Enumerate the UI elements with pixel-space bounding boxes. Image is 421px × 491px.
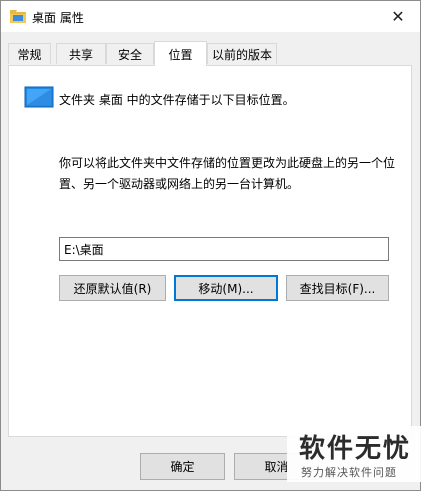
tab-general[interactable]: 常规 bbox=[8, 43, 51, 64]
watermark-subtitle: 努力解决软件问题 bbox=[301, 466, 397, 479]
title-bar: 桌面 属性 ✕ bbox=[1, 1, 420, 32]
path-input[interactable] bbox=[59, 237, 389, 261]
tab-location[interactable]: 位置 bbox=[154, 41, 207, 66]
tab-previous-versions[interactable]: 以前的版本 bbox=[207, 43, 277, 64]
close-icon: ✕ bbox=[391, 7, 405, 26]
move-button[interactable]: 移动(M)... bbox=[174, 275, 278, 301]
ok-button[interactable]: 确定 bbox=[140, 453, 225, 480]
close-button[interactable]: ✕ bbox=[376, 1, 420, 32]
location-panel: 文件夹 桌面 中的文件存储于以下目标位置。 你可以将此文件夹中文件存储的位置更改… bbox=[8, 65, 412, 437]
folder-icon bbox=[10, 10, 26, 23]
tab-sharing[interactable]: 共享 bbox=[56, 43, 106, 64]
watermark-title: 软件无忧 bbox=[299, 434, 412, 464]
find-target-button[interactable]: 查找目标(F)... bbox=[286, 275, 389, 301]
watermark: 软件无忧 努力解决软件问题 bbox=[287, 426, 421, 482]
location-explanation: 你可以将此文件夹中文件存储的位置更改为此硬盘上的另一个位置、另一个驱动器或网络上… bbox=[59, 156, 396, 191]
window-title: 桌面 属性 bbox=[32, 11, 84, 25]
desktop-folder-icon bbox=[24, 86, 54, 108]
location-description: 文件夹 桌面 中的文件存储于以下目标位置。 bbox=[59, 93, 295, 107]
restore-default-button[interactable]: 还原默认值(R) bbox=[59, 275, 166, 301]
tab-security[interactable]: 安全 bbox=[106, 43, 154, 64]
properties-dialog: 桌面 属性 ✕ 常规 共享 安全 位置 以前的版本 文件夹 桌面 中的文件存储于… bbox=[0, 0, 421, 491]
